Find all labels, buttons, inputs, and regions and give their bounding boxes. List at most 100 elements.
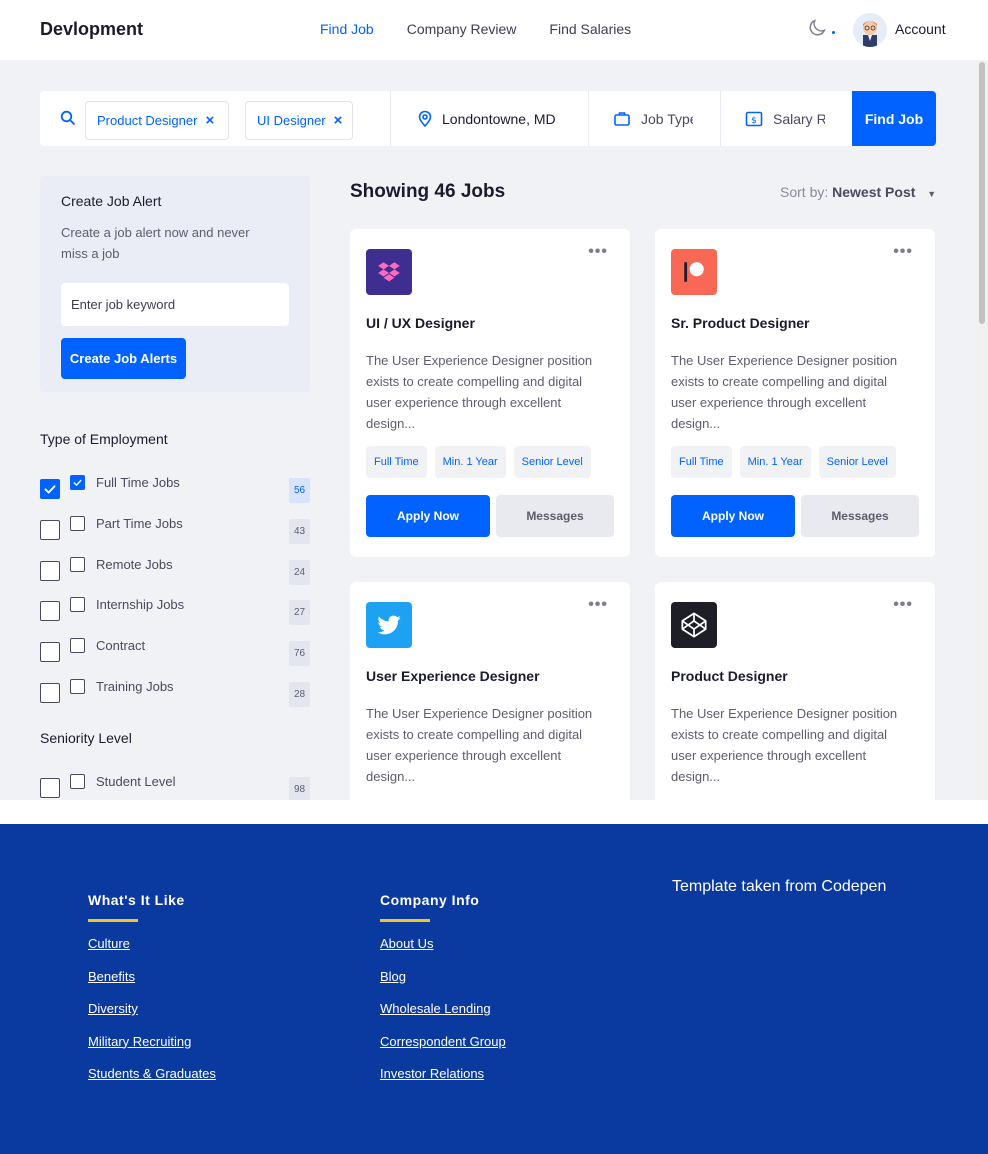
job-tags: Full Time Min. 1 Year Senior Level — [671, 446, 896, 478]
footer-link[interactable]: Correspondent Group — [380, 1034, 506, 1049]
account-link[interactable]: Account — [895, 21, 946, 37]
checkbox-inner[interactable] — [70, 556, 85, 572]
seniority-level-title: Seniority Level — [40, 730, 132, 746]
filter-count-badge: 98 — [289, 777, 310, 800]
chip-close-icon[interactable]: × — [334, 112, 343, 129]
footer-link[interactable]: About Us — [380, 936, 433, 951]
more-options-icon[interactable]: ••• — [588, 243, 608, 261]
chip-close-icon[interactable]: × — [205, 112, 214, 129]
footer: What's It Like Company Info Culture Benef… — [0, 824, 988, 1154]
nav-find-job[interactable]: Find Job — [320, 21, 374, 37]
sort-dropdown[interactable]: Sort by: Newest Post ▼ — [780, 184, 936, 200]
twitter-icon — [366, 602, 412, 648]
filter-option[interactable]: Part Time Jobs 43 — [40, 515, 310, 546]
checkbox-inner[interactable] — [70, 515, 85, 531]
checkbox-inner[interactable] — [70, 774, 85, 789]
footer-link[interactable]: Benefits — [88, 969, 135, 984]
location-field[interactable]: Londontowne, MD — [416, 91, 586, 146]
footer-link[interactable]: Culture — [88, 936, 130, 951]
checkbox-inner[interactable] — [70, 597, 85, 613]
footer-link[interactable]: Investor Relations — [380, 1066, 484, 1081]
more-options-icon[interactable]: ••• — [588, 596, 608, 614]
job-title[interactable]: UI / UX Designer — [366, 315, 475, 331]
salary-icon: $ — [745, 111, 763, 126]
nav-find-salaries[interactable]: Find Salaries — [549, 21, 631, 37]
checkbox[interactable] — [40, 479, 60, 499]
scrollbar-thumb[interactable] — [979, 62, 985, 324]
footer-link[interactable]: Blog — [380, 969, 406, 984]
more-options-icon[interactable]: ••• — [893, 243, 913, 261]
job-card[interactable]: ••• Product Designer The User Experience D… — [655, 582, 935, 800]
checkbox[interactable] — [40, 642, 60, 663]
job-keyword-input[interactable]: Enter job keyword — [61, 283, 289, 326]
filter-count-badge: 56 — [289, 478, 310, 503]
divider — [720, 91, 721, 146]
checkbox[interactable] — [40, 683, 60, 703]
filter-option[interactable]: Internship Jobs 27 — [40, 597, 310, 627]
apply-now-button[interactable]: Apply Now — [366, 495, 490, 537]
filter-option-label: Remote Jobs — [96, 556, 173, 572]
main-nav: Find Job Company Review Find Salaries — [320, 21, 631, 37]
filter-option-label: Full Time Jobs — [96, 475, 180, 490]
avatar[interactable] — [853, 13, 887, 47]
checkbox-inner[interactable] — [70, 475, 85, 490]
chip-label: UI Designer — [257, 113, 326, 128]
job-card[interactable]: ••• Sr. Product Designer The User Experien… — [655, 229, 935, 557]
filter-option-label: Student Level — [96, 774, 176, 789]
job-tag: Min. 1 Year — [434, 446, 506, 478]
footer-link[interactable]: Military Recruiting — [88, 1034, 191, 1049]
checkbox[interactable] — [40, 560, 60, 581]
checkbox-inner[interactable] — [70, 679, 85, 694]
footer-col-title: Company Info — [380, 892, 480, 922]
search-bar: Product Designer × UI Designer × Londont… — [40, 91, 936, 146]
chip-label: Product Designer — [97, 113, 198, 128]
apply-now-button[interactable]: Apply Now — [671, 495, 795, 537]
main-scroll-area: Product Designer × UI Designer × Londont… — [0, 60, 976, 800]
filter-option[interactable]: Student Level 98 — [40, 774, 310, 800]
dropbox-icon — [366, 249, 412, 295]
footer-link[interactable]: Wholesale Lending — [380, 1001, 491, 1016]
filter-option-label: Part Time Jobs — [96, 515, 183, 531]
salary-field[interactable]: $ Salary Range — [745, 91, 850, 146]
footer-link[interactable]: Diversity — [88, 1001, 138, 1016]
checkbox[interactable] — [40, 778, 60, 798]
sort-value: Newest Post — [832, 184, 916, 200]
template-credit: Template taken from Codepen — [672, 878, 887, 895]
brand-logo[interactable]: Devlopment — [40, 19, 143, 40]
job-tags: Full Time Min. 1 Year Senior Level — [366, 446, 591, 478]
job-description: The User Experience Designer position ex… — [671, 706, 898, 784]
dark-mode-moon-icon[interactable] — [806, 17, 828, 39]
job-title[interactable]: Product Designer — [671, 668, 788, 684]
filter-option[interactable]: Remote Jobs 24 — [40, 556, 310, 587]
filter-option[interactable]: Contract 76 — [40, 638, 310, 668]
filter-option[interactable]: Training Jobs 28 — [40, 679, 310, 709]
chevron-down-icon: ▼ — [927, 189, 937, 199]
filter-option[interactable]: Full Time Jobs 56 — [40, 475, 310, 505]
alert-description: Create a job alert now and never miss a … — [61, 225, 250, 261]
messages-button[interactable]: Messages — [801, 495, 919, 537]
job-card[interactable]: ••• User Experience Designer The User Expe… — [350, 582, 630, 800]
alert-title: Create Job Alert — [61, 193, 162, 209]
job-description: The User Experience Designer position ex… — [671, 353, 898, 431]
sort-label: Sort by: — [780, 184, 829, 200]
checkbox[interactable] — [40, 519, 60, 540]
find-job-button[interactable]: Find Job — [852, 91, 936, 146]
job-title[interactable]: User Experience Designer — [366, 668, 540, 684]
nav-company-review[interactable]: Company Review — [407, 21, 517, 37]
filter-count-badge: 43 — [289, 518, 310, 544]
job-description: The User Experience Designer position ex… — [366, 706, 593, 784]
results-count: Showing 46 Jobs — [350, 181, 506, 202]
footer-spacer — [0, 800, 988, 824]
checkbox-inner[interactable] — [70, 638, 85, 654]
job-card[interactable]: ••• UI / UX Designer The User Experience D… — [350, 229, 630, 557]
job-tag: Full Time — [671, 446, 732, 478]
messages-button[interactable]: Messages — [496, 495, 614, 537]
more-options-icon[interactable]: ••• — [893, 596, 913, 614]
scrollbar[interactable] — [976, 60, 988, 800]
job-tag: Min. 1 Year — [739, 446, 811, 478]
job-title[interactable]: Sr. Product Designer — [671, 315, 809, 331]
footer-link[interactable]: Students & Graduates — [88, 1066, 216, 1081]
create-job-alerts-button[interactable]: Create Job Alerts — [61, 338, 186, 379]
job-type-field[interactable]: Job Type — [613, 91, 731, 146]
checkbox[interactable] — [40, 601, 60, 622]
